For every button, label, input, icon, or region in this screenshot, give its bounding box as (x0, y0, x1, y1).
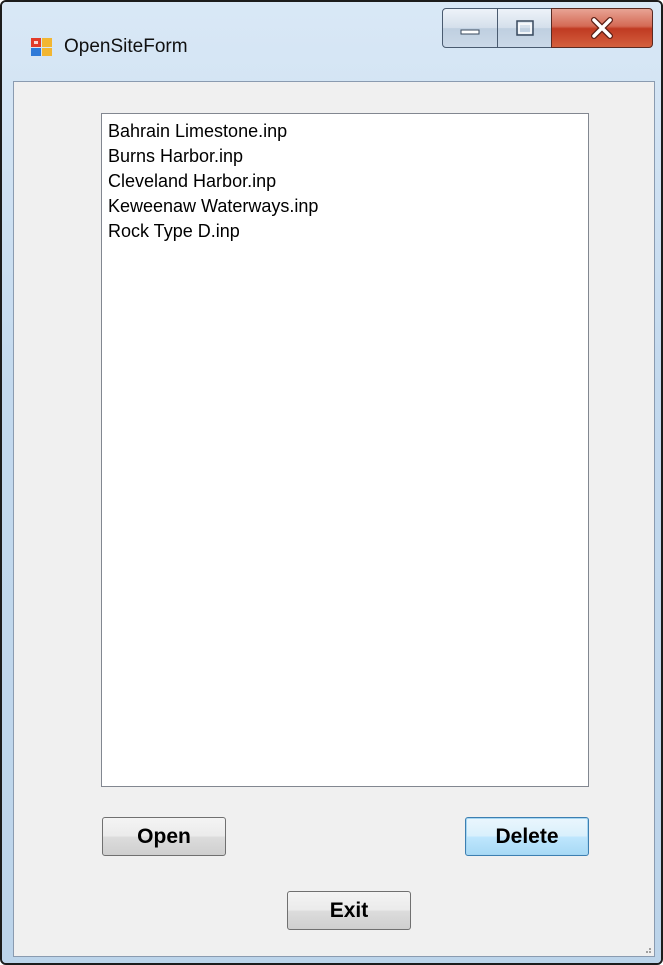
list-item[interactable]: Keweenaw Waterways.inp (106, 194, 584, 219)
list-item[interactable]: Rock Type D.inp (106, 219, 584, 244)
form-client-area: Bahrain Limestone.inp Burns Harbor.inp C… (13, 81, 655, 957)
close-button[interactable] (551, 8, 653, 48)
list-item[interactable]: Burns Harbor.inp (106, 144, 584, 169)
close-icon (591, 17, 613, 39)
list-item[interactable]: Cleveland Harbor.inp (106, 169, 584, 194)
maximize-icon (515, 20, 534, 36)
exit-button[interactable]: Exit (287, 891, 411, 930)
minimize-button[interactable] (442, 8, 498, 48)
title-bar[interactable]: OpenSiteForm (2, 2, 661, 80)
open-site-form-window: OpenSiteForm Bahrain Limestone.inp Burns… (0, 0, 663, 965)
window-title: OpenSiteForm (64, 36, 188, 57)
open-button[interactable]: Open (102, 817, 226, 856)
winforms-app-icon (31, 38, 52, 56)
list-item[interactable]: Bahrain Limestone.inp (106, 119, 584, 144)
minimize-icon (460, 29, 480, 35)
site-file-listbox[interactable]: Bahrain Limestone.inp Burns Harbor.inp C… (101, 113, 589, 787)
resize-grip-icon[interactable] (642, 944, 652, 954)
delete-button[interactable]: Delete (465, 817, 589, 856)
maximize-button[interactable] (497, 8, 552, 48)
